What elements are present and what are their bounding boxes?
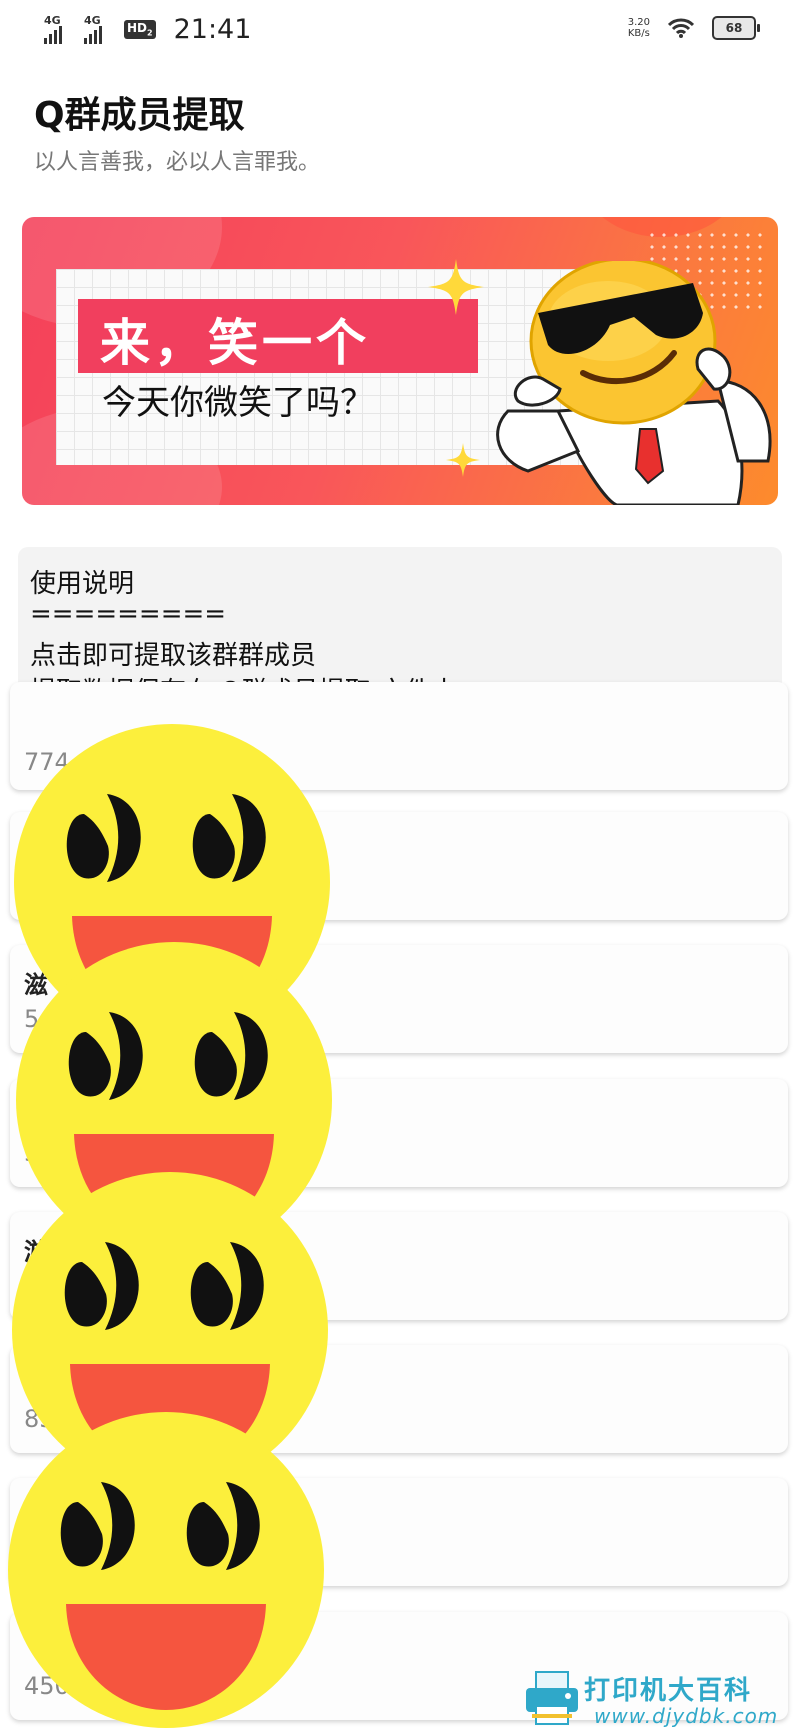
sparkle-icon (446, 443, 480, 477)
instructions-heading: 使用说明 (30, 569, 135, 599)
battery-level: 68 (725, 21, 743, 35)
speed-unit: KB/s (627, 28, 650, 39)
speed-value: 3.20 (627, 17, 650, 28)
instructions-divider: ========= (30, 599, 227, 629)
hd-sub: 2 (147, 28, 153, 38)
watermark-url: www.djydbk.com (594, 1704, 779, 1728)
banner-subline: 今天你微笑了吗？ (102, 383, 374, 423)
wifi-icon (668, 18, 694, 38)
hd-voice-icon: HD2 (124, 20, 156, 39)
cool-emoji-icon (496, 261, 772, 505)
watermark: 打印机大百科 www.djydbk.com (522, 1668, 792, 1730)
promo-banner[interactable]: 来，笑一个 今天你微笑了吗？ (22, 217, 778, 505)
clock: 21:41 (173, 14, 252, 45)
banner-headline: 来，笑一个 (100, 313, 370, 372)
sparkle-icon (428, 259, 484, 315)
hd-label: HD (127, 21, 148, 36)
printer-icon (526, 1671, 578, 1725)
page-subtitle: 以人言善我，必以人言罪我。 (34, 150, 321, 175)
smiley-face-icon (8, 1412, 324, 1728)
status-right: 3.20 KB/s 68 (628, 16, 760, 40)
signal-icon: 4G (84, 13, 114, 44)
instructions-line: 点击即可提取该群群成员 (30, 641, 317, 671)
network-type-2: 4G (84, 13, 101, 27)
signal-icon: 4G (44, 13, 74, 44)
status-bar: 4G 4G HD2 21:41 3.20 KB/s 68 (0, 0, 800, 62)
status-left: 4G 4G HD2 21:41 (44, 14, 251, 45)
page-title: Q群成员提取 (34, 95, 245, 136)
network-type-1: 4G (44, 13, 61, 27)
watermark-text: 打印机大百科 (584, 1676, 753, 1706)
battery-icon: 68 (712, 16, 760, 40)
network-speed: 3.20 KB/s (628, 17, 650, 39)
